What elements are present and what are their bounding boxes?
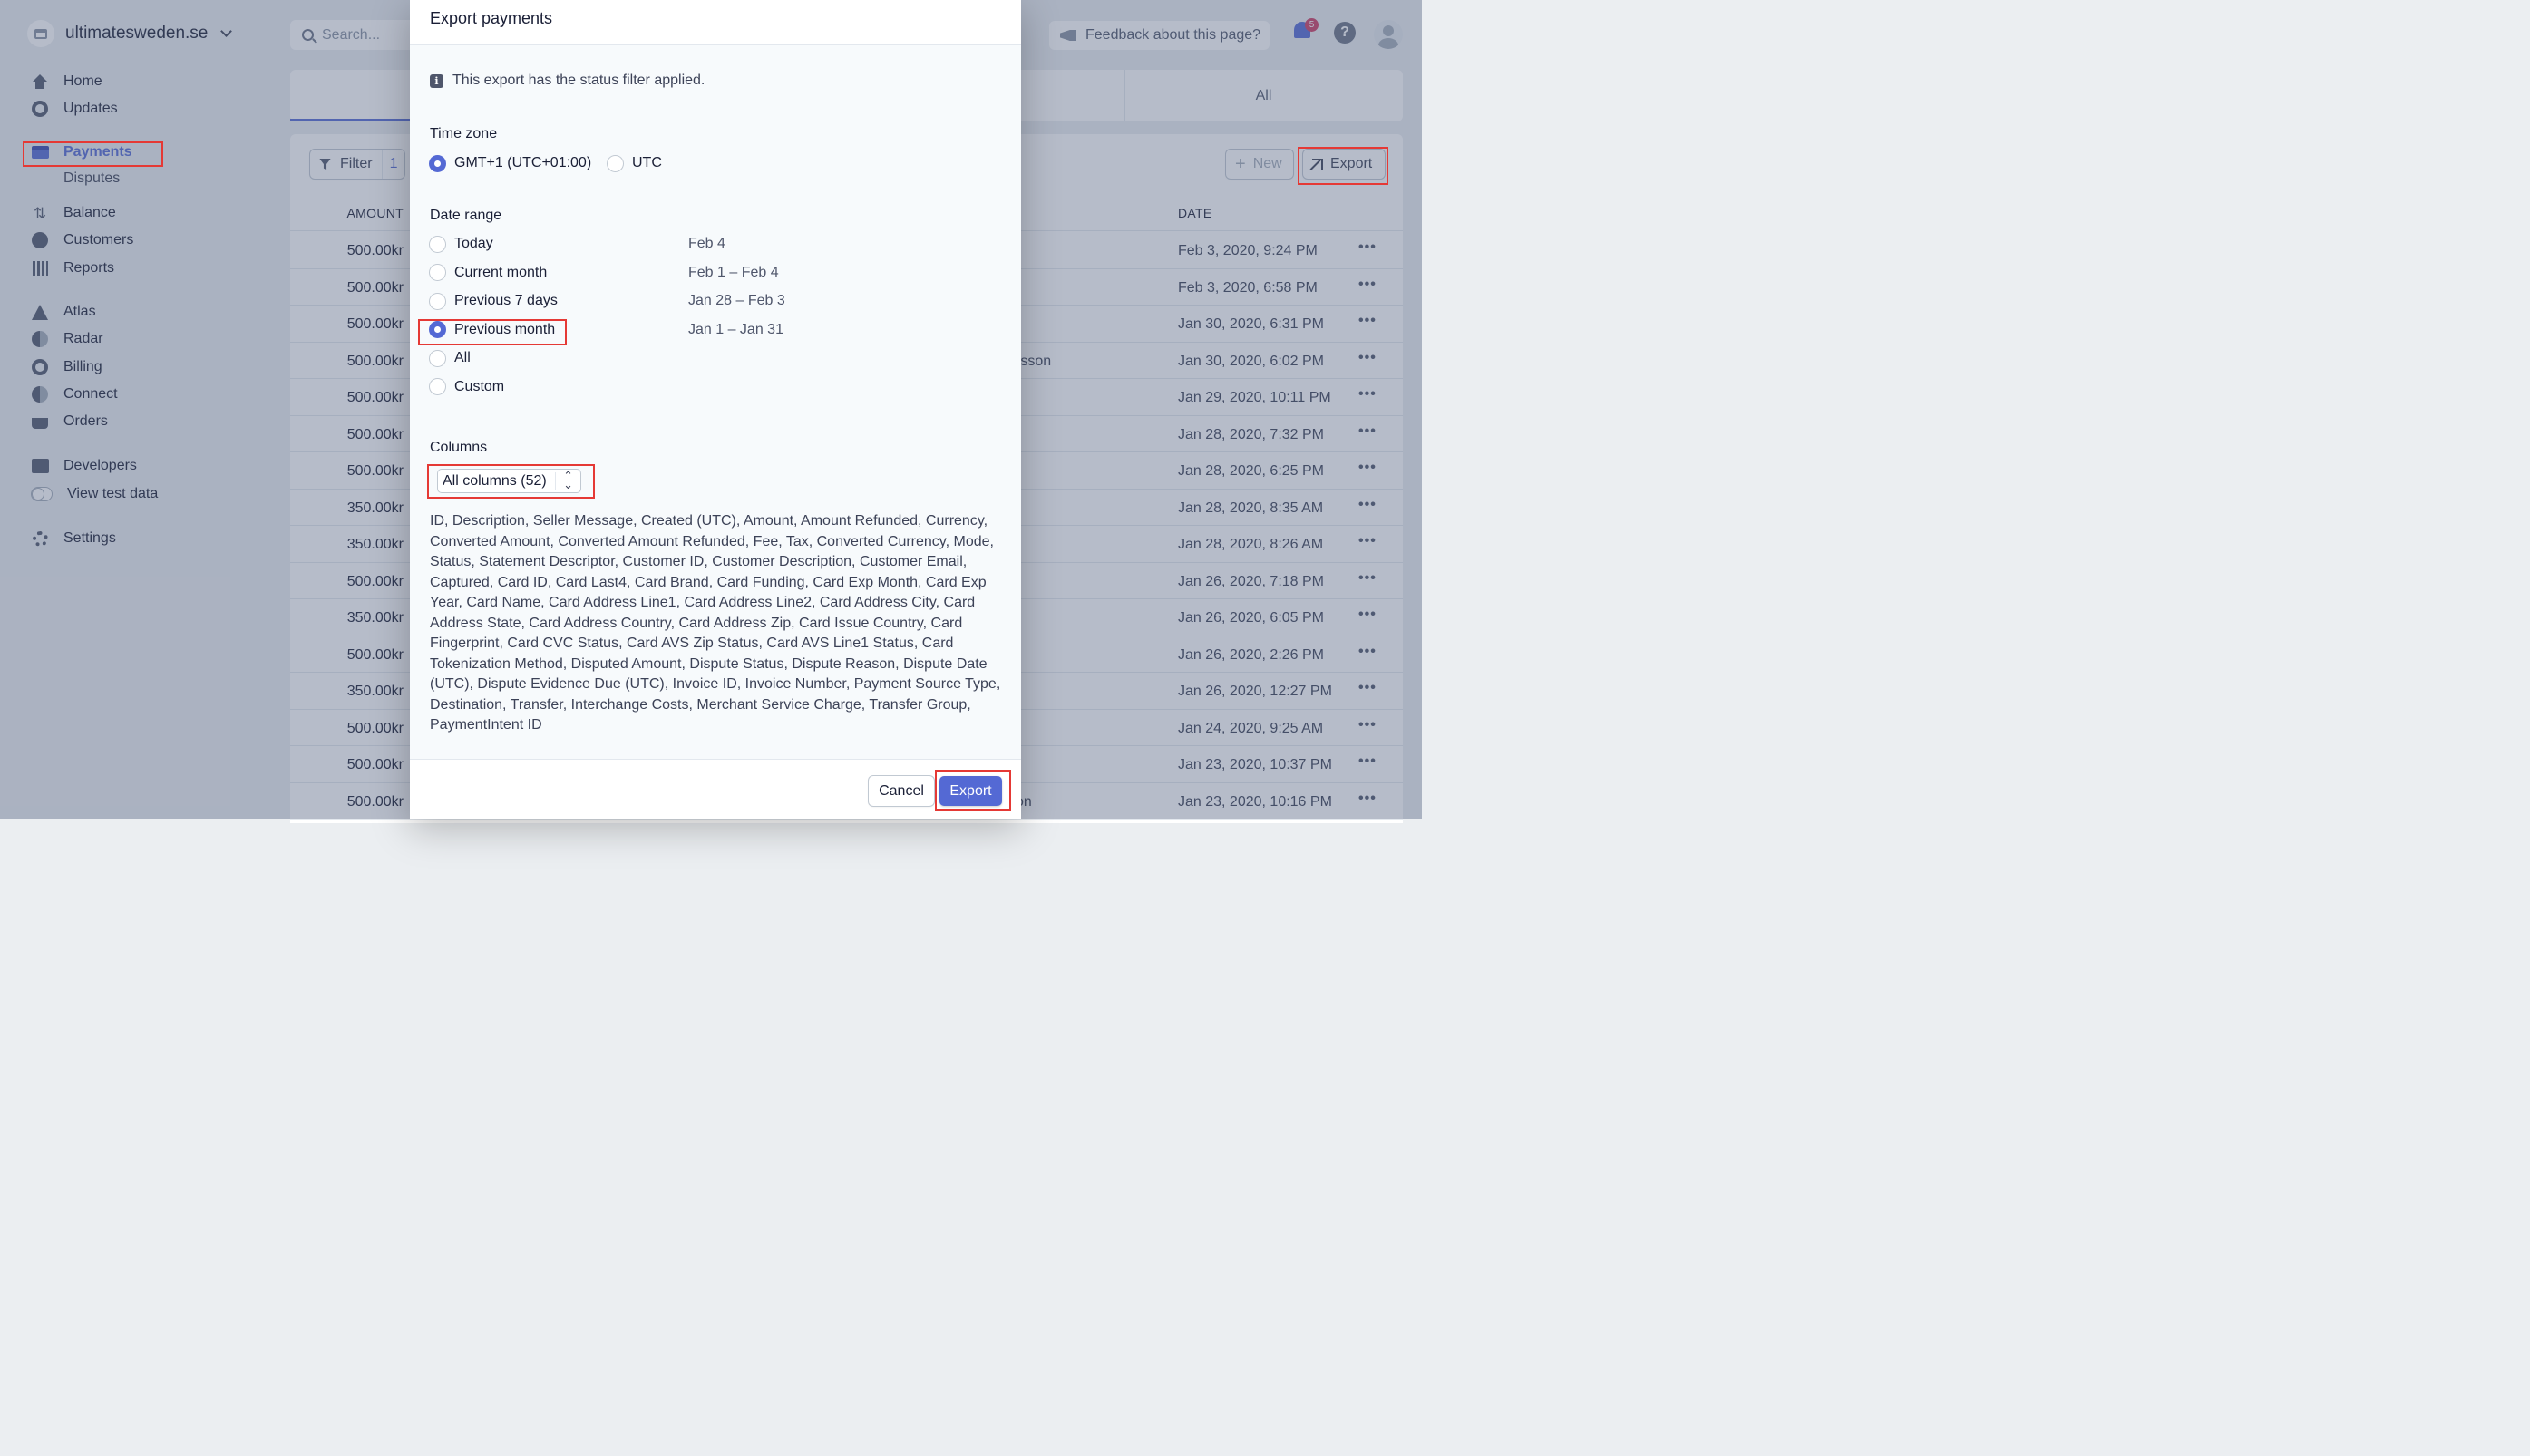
columns-label: Columns <box>430 440 488 455</box>
highlight-previous-month <box>418 319 567 345</box>
radio-label: Previous 7 days <box>454 293 558 308</box>
radio-label: All <box>454 350 471 365</box>
radio-date-range-previous-7-days[interactable]: Previous 7 days <box>430 293 558 309</box>
radio-timezone-gmt1[interactable]: GMT+1 (UTC+01:00) <box>430 155 591 171</box>
radio-label: Today <box>454 236 493 251</box>
date-range-value: Jan 28 – Feb 3 <box>688 293 785 308</box>
radio-label: Custom <box>454 378 505 394</box>
date-range-value: Feb 4 <box>688 236 725 251</box>
radio-timezone-utc[interactable]: UTC <box>608 155 662 171</box>
columns-list: ID, Description, Seller Message, Created… <box>430 513 1001 733</box>
modal-title: Export payments <box>430 9 553 27</box>
timezone-label: Time zone <box>430 126 498 141</box>
radio-date-range-all[interactable]: All <box>430 350 471 366</box>
radio-unselected[interactable] <box>430 350 445 366</box>
modal-header: Export payments <box>410 0 1021 45</box>
radio-label: GMT+1 (UTC+01:00) <box>454 155 592 170</box>
date-range-label: Date range <box>430 208 502 223</box>
modal-footer: Cancel Export <box>410 759 1021 819</box>
highlight-export-button <box>1298 147 1388 185</box>
radio-unselected[interactable] <box>430 379 445 394</box>
highlight-export-submit <box>935 770 1011 811</box>
radio-unselected[interactable] <box>430 236 445 252</box>
date-range-value: Jan 1 – Jan 31 <box>688 321 783 337</box>
highlight-columns-select <box>427 464 595 499</box>
radio-label: UTC <box>632 155 662 170</box>
radio-date-range-custom[interactable]: Custom <box>430 379 504 395</box>
radio-unselected[interactable] <box>430 293 445 309</box>
export-payments-modal: Export payments i This export has the st… <box>410 0 1021 819</box>
radio-selected[interactable] <box>430 155 445 171</box>
status-filter-notice: i This export has the status filter appl… <box>430 73 705 89</box>
radio-unselected[interactable] <box>430 265 445 280</box>
highlight-payments <box>23 141 163 167</box>
radio-date-range-today[interactable]: Today <box>430 236 493 252</box>
radio-date-range-current-month[interactable]: Current month <box>430 265 547 281</box>
info-icon: i <box>430 73 443 88</box>
radio-label: Current month <box>454 264 548 280</box>
date-range-value: Feb 1 – Feb 4 <box>688 264 779 280</box>
radio-unselected[interactable] <box>608 155 623 171</box>
cancel-button[interactable]: Cancel <box>869 776 934 806</box>
notice-text: This export has the status filter applie… <box>452 73 705 88</box>
